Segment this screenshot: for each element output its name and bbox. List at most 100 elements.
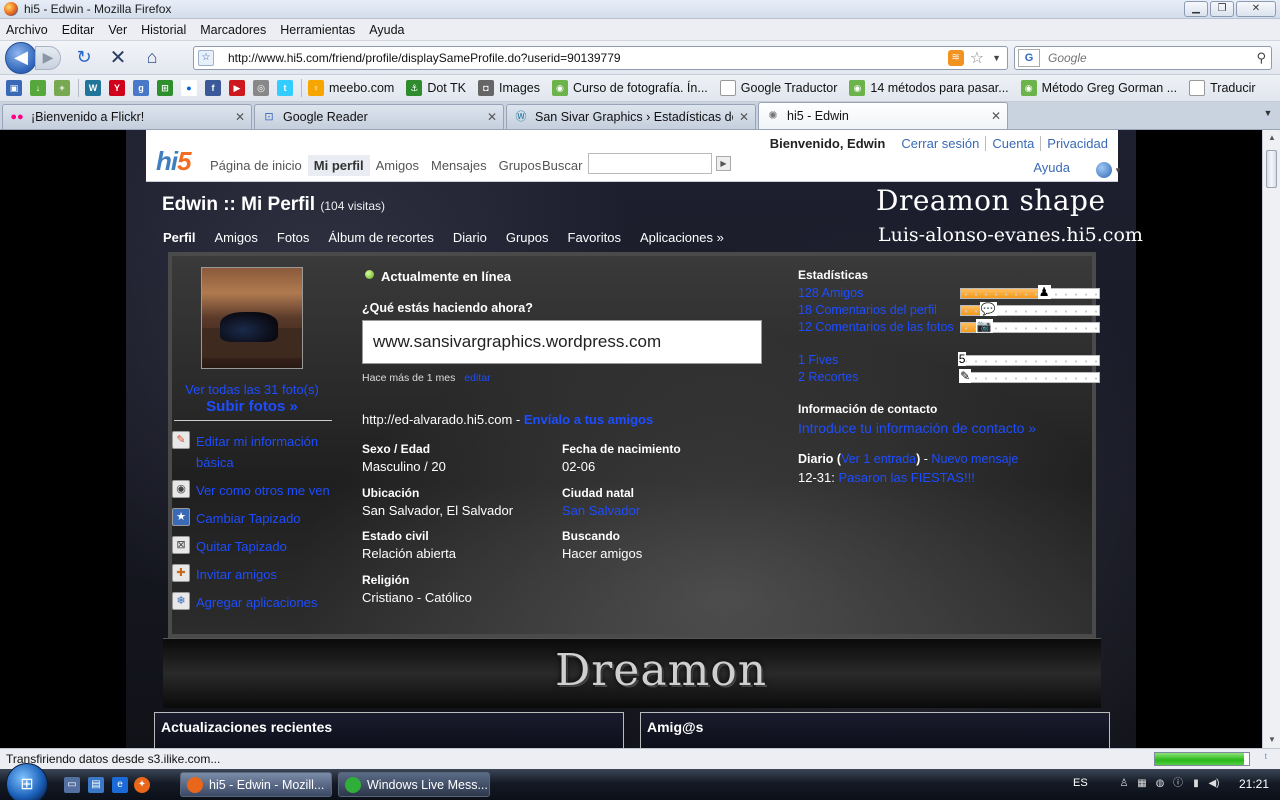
battery-tray-icon[interactable]: ▮ — [1189, 777, 1203, 791]
bookmark-dottk[interactable]: ⚓ Dot TK — [406, 80, 466, 96]
bookmark-traducir[interactable]: Traducir — [1189, 80, 1256, 96]
start-button[interactable]: ⊞ — [6, 763, 48, 800]
action-view-as-others[interactable]: ◉ Ver como otros me ven — [172, 480, 334, 501]
bookmark-google-traductor[interactable]: Google Traductor — [719, 80, 837, 96]
stat-label[interactable]: 12 Comentarios de las fotos — [798, 319, 958, 336]
flickr-icon[interactable]: ● — [181, 80, 197, 96]
close-tab-icon[interactable]: ✕ — [991, 109, 1001, 123]
nav-pagina-de-inicio[interactable]: Página de inicio — [204, 155, 308, 176]
language-indicator[interactable]: ES — [1073, 777, 1088, 789]
tab-list-dropdown-icon[interactable]: ▼ — [1260, 108, 1276, 124]
switch-windows-icon[interactable]: ▤ — [88, 777, 104, 793]
bookmark-meebo[interactable]: ♀ meebo.com — [308, 80, 394, 96]
bookmark-star-icon[interactable]: ☆ — [970, 48, 984, 68]
nav-mi-perfil[interactable]: Mi perfil — [307, 155, 370, 176]
youtube-icon[interactable]: ▶ — [229, 80, 245, 96]
facebook-icon[interactable]: f — [205, 80, 221, 96]
search-engine-icon[interactable]: G — [1018, 49, 1040, 67]
view-diary-entries-link[interactable]: Ver 1 entrada — [841, 452, 916, 466]
action-edit-info[interactable]: ✎ Editar mi información básica — [172, 431, 334, 473]
volume-tray-icon[interactable]: ◀) — [1207, 777, 1221, 791]
subnav-diario[interactable]: Diario — [453, 230, 487, 245]
close-window-button[interactable]: ✕ — [1236, 1, 1276, 17]
nav-amigos[interactable]: Amigos — [370, 155, 425, 176]
bookmark-14-metodos[interactable]: ◉ 14 métodos para pasar... — [849, 80, 1009, 96]
subnav-aplicaciones[interactable]: Aplicaciones » — [640, 230, 724, 245]
account-link[interactable]: Cuenta — [985, 136, 1040, 151]
close-tab-icon[interactable]: ✕ — [739, 110, 749, 124]
search-bar[interactable]: G ⚲ — [1014, 46, 1272, 70]
yahoo-icon[interactable]: Y — [109, 80, 125, 96]
hi5-search-input[interactable] — [588, 153, 712, 174]
google-icon[interactable]: g — [133, 80, 149, 96]
tab-hi5-edwin[interactable]: ✺ hi5 - Edwin ✕ — [758, 102, 1008, 129]
edit-status-link[interactable]: editar — [464, 372, 490, 384]
action-change-wallpaper[interactable]: ★ Cambiar Tapizado — [172, 508, 334, 529]
nav-grupos[interactable]: Grupos — [493, 155, 548, 176]
address-bar[interactable]: ☆ http://www.hi5.com/friend/profile/disp… — [193, 46, 1008, 70]
close-tab-icon[interactable]: ✕ — [235, 110, 245, 124]
stat-label[interactable]: 128 Amigos — [798, 285, 958, 302]
help-link[interactable]: Ayuda — [1033, 160, 1070, 175]
send-to-friends-link[interactable]: Envíalo a tus amigos — [524, 412, 653, 427]
taskbar-messenger[interactable]: Windows Live Mess... — [338, 772, 490, 797]
hometown-link[interactable]: San Salvador — [562, 503, 640, 518]
subnav-album-recortes[interactable]: Álbum de recortes — [328, 230, 434, 245]
menu-marcadores[interactable]: Marcadores — [200, 23, 266, 37]
download-icon[interactable]: ↓ — [30, 80, 46, 96]
stat-profile-comments[interactable]: 18 Comentarios del perfil 💬 — [798, 302, 1100, 319]
info-tray-icon[interactable]: ⓘ — [1171, 777, 1185, 791]
page-scrollbar[interactable]: ▲ ▼ — [1262, 130, 1280, 748]
url-text[interactable]: http://www.hi5.com/friend/profile/displa… — [228, 51, 948, 65]
language-dropdown-icon[interactable]: ▼ — [1114, 166, 1122, 175]
menu-herramientas[interactable]: Herramientas — [280, 23, 355, 37]
twitter-icon[interactable]: t — [277, 80, 293, 96]
subnav-amigos[interactable]: Amigos — [215, 230, 258, 245]
nav-mensajes[interactable]: Mensajes — [425, 155, 493, 176]
see-all-photos-link[interactable]: Ver todas las 31 foto(s) — [176, 382, 328, 397]
system-clock[interactable]: 21:21 — [1239, 777, 1269, 791]
stop-button[interactable]: ✕ — [107, 47, 129, 69]
feed-icon[interactable]: ◎ — [253, 80, 269, 96]
maximize-button[interactable]: ❐ — [1210, 1, 1234, 17]
status-message-box[interactable]: www.sansivargraphics.wordpress.com — [362, 320, 762, 364]
action-invite-friends[interactable]: ✚ Invitar amigos — [172, 564, 334, 585]
search-input[interactable] — [1048, 51, 1238, 65]
firefox-quicklaunch-icon[interactable]: ✦ — [134, 777, 150, 793]
show-desktop-icon[interactable]: ▭ — [64, 777, 80, 793]
stat-label[interactable]: 1 Fives — [798, 352, 958, 369]
home-button[interactable]: ⌂ — [141, 47, 163, 69]
action-add-apps[interactable]: ❄ Agregar aplicaciones — [172, 592, 334, 613]
wordpress-icon[interactable]: W — [85, 80, 101, 96]
stat-fives[interactable]: 1 Fives 5 — [798, 352, 1100, 369]
menu-archivo[interactable]: Archivo — [6, 23, 48, 37]
profile-photo[interactable] — [201, 267, 303, 369]
stat-label[interactable]: 2 Recortes — [798, 369, 958, 386]
subnav-grupos[interactable]: Grupos — [506, 230, 549, 245]
logout-link[interactable]: Cerrar sesión — [895, 136, 985, 151]
action-remove-wallpaper[interactable]: ⊠ Quitar Tapizado — [172, 536, 334, 557]
subnav-fotos[interactable]: Fotos — [277, 230, 310, 245]
minimize-button[interactable]: ▁ — [1184, 1, 1208, 17]
menu-historial[interactable]: Historial — [141, 23, 186, 37]
menu-ayuda[interactable]: Ayuda — [369, 23, 404, 37]
upload-photos-link[interactable]: Subir fotos » — [176, 398, 328, 415]
site-identity-icon[interactable]: ☆ — [198, 50, 214, 66]
scrollbar-thumb[interactable] — [1266, 150, 1277, 188]
language-globe-icon[interactable] — [1096, 162, 1112, 178]
bookmark-greg-gorman[interactable]: ◉ Método Greg Gorman ... — [1020, 80, 1177, 96]
back-button[interactable]: ◀ — [5, 41, 37, 74]
subnav-perfil[interactable]: Perfil — [163, 230, 196, 245]
privacy-link[interactable]: Privacidad — [1040, 136, 1114, 151]
rss-feed-icon[interactable]: ≋ — [947, 50, 964, 66]
windows-icon[interactable]: ⊞ — [157, 80, 173, 96]
tab-flickr[interactable]: ●● ¡Bienvenido a Flickr! ✕ — [2, 104, 252, 129]
hi5-search-button[interactable]: ▶ — [716, 156, 731, 171]
scroll-down-icon[interactable]: ▼ — [1263, 732, 1280, 748]
network-tray-icon[interactable]: ▦ — [1135, 777, 1149, 791]
stat-label[interactable]: 18 Comentarios del perfil — [798, 302, 958, 319]
bookmark-images[interactable]: ◘ Images — [477, 80, 540, 96]
url-dropdown-icon[interactable]: ▼ — [992, 53, 1001, 63]
menu-ver[interactable]: Ver — [108, 23, 127, 37]
diary-entry-link[interactable]: Pasaron las FIESTAS!!! — [839, 470, 975, 485]
